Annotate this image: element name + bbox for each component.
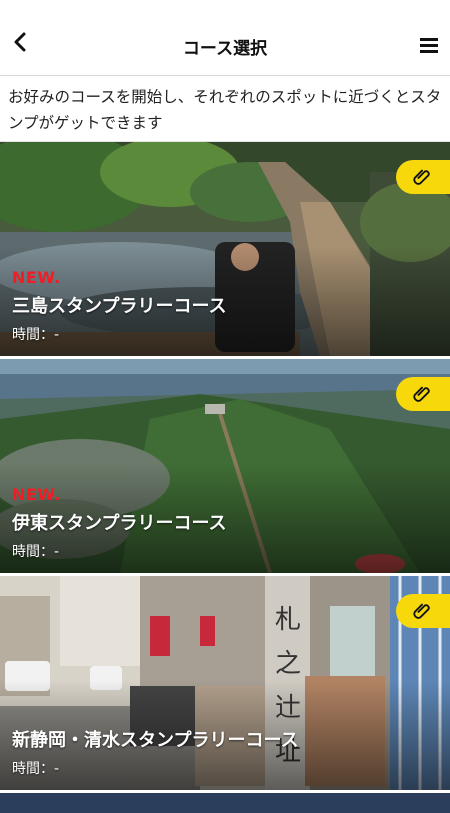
hamburger-menu-icon[interactable] — [419, 37, 439, 53]
new-badge: NEW. — [12, 485, 61, 504]
paperclip-icon — [413, 169, 430, 185]
app-header: コース選択 — [0, 0, 450, 76]
intro-text: お好みのコースを開始し、それぞれのスポットに近づくとスタンプがゲットできます — [0, 76, 450, 142]
course-time: 時間：- — [12, 327, 60, 343]
svg-text:札: 札 — [275, 605, 301, 635]
next-course-peek — [0, 793, 450, 813]
paperclip-icon — [413, 386, 430, 402]
paperclip-icon — [413, 603, 430, 619]
page-title: コース選択 — [182, 39, 268, 59]
course-card-mishima[interactable]: NEW. 三島スタンプラリーコース 時間：- — [0, 142, 450, 356]
course-name: 伊東スタンプラリーコース — [12, 513, 227, 534]
course-name: 新静岡・清水スタンプラリーコース — [12, 730, 299, 751]
course-card-shizuoka[interactable]: 札 之 辻 址 新静岡・清水スタンプラリーコース 時間：- — [0, 576, 450, 790]
course-time: 時間：- — [12, 544, 60, 560]
attachment-badge[interactable] — [396, 594, 450, 628]
attachment-badge[interactable] — [396, 160, 450, 194]
new-badge: NEW. — [12, 268, 61, 287]
course-name: 三島スタンプラリーコース — [12, 296, 227, 317]
course-card-ito[interactable]: NEW. 伊東スタンプラリーコース 時間：- — [0, 359, 450, 573]
svg-text:之: 之 — [275, 649, 301, 679]
attachment-badge[interactable] — [396, 377, 450, 411]
course-time: 時間：- — [12, 761, 60, 777]
